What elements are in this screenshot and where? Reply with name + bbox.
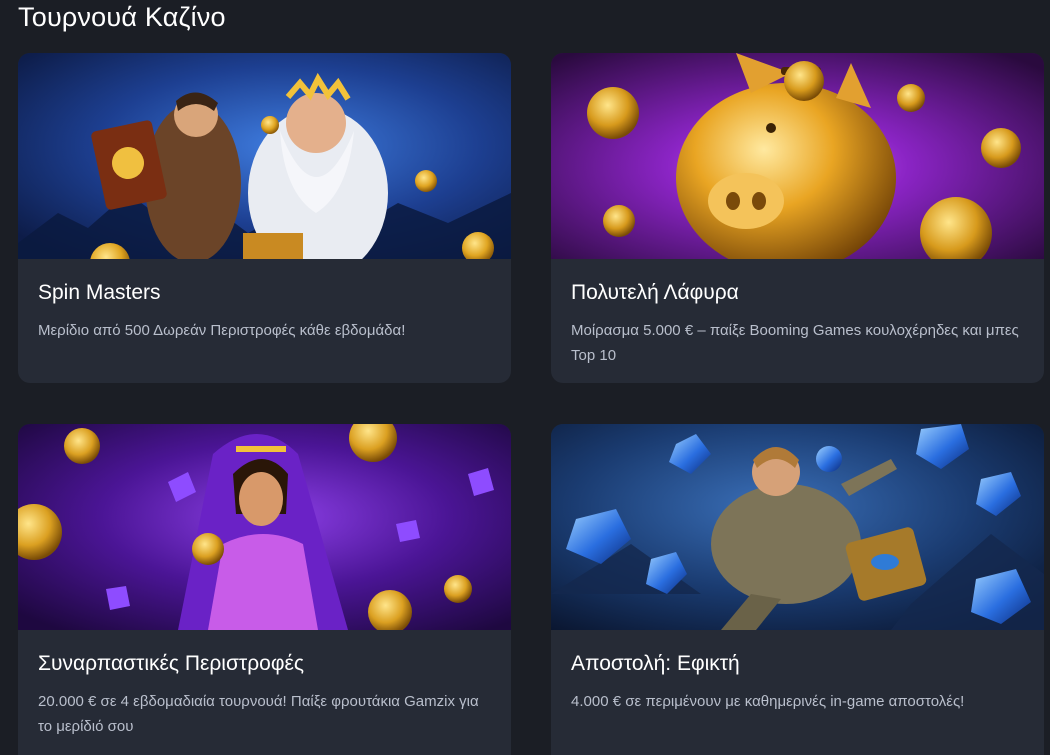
card-description: 4.000 € σε περιμένουν με καθημερινές in-… <box>571 693 965 710</box>
card-description: 20.000 € σε 4 εβδομαδιαία τουρνουά! Παίξ… <box>38 693 479 735</box>
card-description: Μερίδιο από 500 Δωρεάν Περιστροφές κάθε … <box>38 322 406 339</box>
tournament-banner-image[interactable] <box>18 53 511 259</box>
card-title[interactable]: Αποστολή: Εφικτή <box>571 651 1024 677</box>
tournament-banner-image[interactable] <box>551 53 1044 259</box>
tournament-card-luxury-loot[interactable]: Πολυτελή Λάφυρα Μοίρασμα 5.000 € – παίξε… <box>551 53 1044 383</box>
card-title[interactable]: Spin Masters <box>38 280 491 306</box>
tournament-banner-image[interactable] <box>551 424 1044 630</box>
card-description: Μοίρασμα 5.000 € – παίξε Booming Games κ… <box>571 322 1019 364</box>
tournament-banner-image[interactable] <box>18 424 511 630</box>
tournament-card-mission-possible[interactable]: Αποστολή: Εφικτή 4.000 € σε περιμένουν μ… <box>551 424 1044 755</box>
card-title[interactable]: Πολυτελή Λάφυρα <box>571 280 1024 306</box>
card-title[interactable]: Συναρπαστικές Περιστροφές <box>38 651 491 677</box>
section-title: Τουρνουά Καζίνο <box>18 2 226 32</box>
tournament-card-exciting-spins[interactable]: Συναρπαστικές Περιστροφές 20.000 € σε 4 … <box>18 424 511 755</box>
tournament-card-spin-masters[interactable]: Spin Masters Μερίδιο από 500 Δωρεάν Περι… <box>18 53 511 383</box>
